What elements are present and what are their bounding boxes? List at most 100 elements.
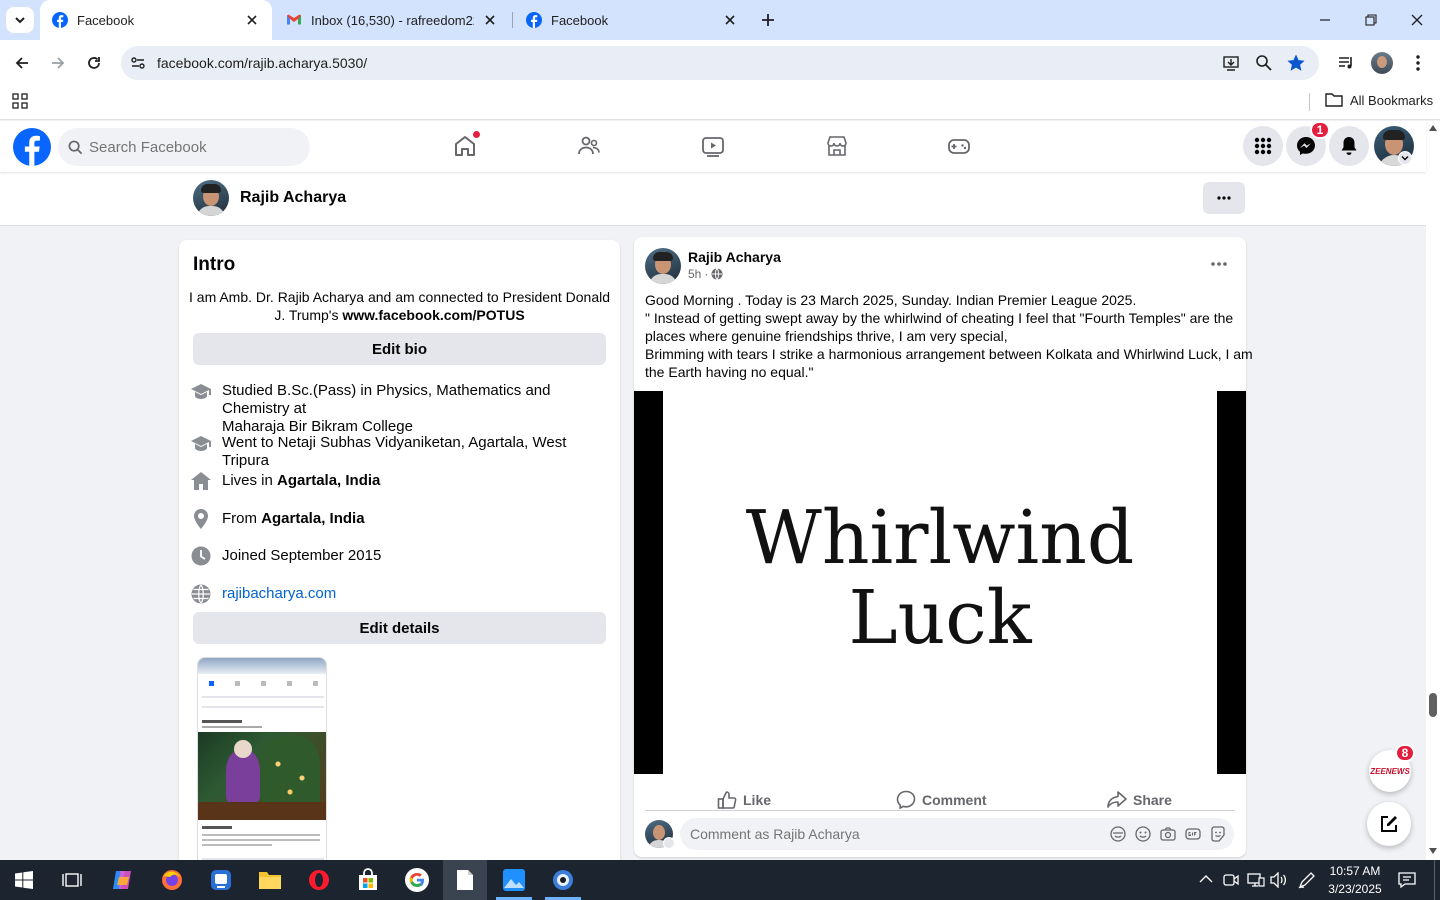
zoom-icon[interactable] [1255,54,1273,72]
media-controls-icon[interactable] [1337,54,1355,72]
post-options-button[interactable] [1203,251,1235,277]
commenter-chevron[interactable] [663,837,675,849]
show-hidden-icons-icon[interactable] [1199,874,1213,884]
tab-facebook[interactable]: Facebook [514,0,750,40]
from-place[interactable]: Agartala, India [261,510,364,527]
emoji-icon[interactable] [1135,826,1151,842]
account-chevron[interactable] [1398,151,1412,165]
new-message-button[interactable] [1367,802,1411,846]
facebook-favicon-icon [52,12,68,28]
microsoft-store-app[interactable] [348,864,388,896]
running-app-active[interactable] [543,864,583,896]
post-time[interactable]: 5h [688,267,701,281]
close-window-button[interactable] [1394,0,1440,40]
apps-grid-icon[interactable] [12,93,28,109]
firefox-app[interactable] [152,864,192,896]
new-tab-button[interactable] [756,8,780,32]
sticker-icon[interactable] [1210,826,1226,842]
restore-icon [1365,14,1377,26]
like-button[interactable]: Like [717,782,771,818]
thumb-line [202,834,320,836]
page-scrollbar[interactable] [1426,121,1440,860]
scrollbar-thumb[interactable] [1429,693,1437,717]
copilot-app[interactable] [102,864,142,896]
camera-icon[interactable] [1160,826,1176,842]
site-settings-icon[interactable] [130,55,146,71]
opera-app[interactable] [299,864,339,896]
meet-now-icon[interactable] [1223,872,1239,888]
avatar-sticker-icon[interactable] [1110,826,1126,842]
comment-button[interactable]: Comment [896,782,987,818]
nav-home[interactable] [449,131,481,161]
app-blue-square[interactable] [201,864,241,896]
edit-details-button[interactable]: Edit details [193,612,606,644]
clock-area[interactable]: 10:57 AM 3/23/2025 [1322,862,1388,898]
website-link[interactable]: rajibacharya.com [222,585,336,603]
browser-menu-button[interactable] [1408,52,1428,74]
nav-video[interactable] [697,131,729,161]
featured-photo[interactable] [197,657,327,867]
thumb-top-band [198,658,326,674]
zee-news-chat-head[interactable]: ZEENEWS 8 [1369,744,1415,792]
volume-icon[interactable] [1270,872,1288,888]
profile-name[interactable]: Rajib Acharya [240,189,346,207]
show-desktop-button[interactable] [1434,860,1440,900]
scroll-down-arrow-icon[interactable] [1429,848,1437,854]
gif-icon[interactable] [1185,826,1201,842]
file-explorer-app[interactable] [250,864,290,896]
edit-bio-button[interactable]: Edit bio [193,333,606,365]
more-horizontal-icon [1217,196,1231,200]
profile-avatar-button[interactable] [1371,52,1393,74]
back-button[interactable] [7,48,37,78]
reload-button[interactable] [79,48,109,78]
thumbs-up-icon [717,791,737,809]
facebook-logo-icon[interactable] [13,128,51,166]
tab-close-icon[interactable] [722,12,738,28]
nav-friends[interactable] [573,131,605,161]
profile-more-button[interactable] [1203,182,1245,214]
bio-link[interactable]: www.facebook.com/POTUS [342,307,524,323]
install-app-icon[interactable] [1222,54,1240,72]
scroll-up-arrow-icon[interactable] [1429,125,1437,131]
restore-button[interactable] [1348,0,1394,40]
post-image[interactable]: Whirlwind Luck [634,391,1246,774]
tab-close-icon[interactable] [482,12,498,28]
facebook-search-input[interactable] [89,137,299,157]
bookmark-star-icon[interactable] [1286,53,1306,73]
all-bookmarks-button[interactable]: All Bookmarks [1325,92,1433,108]
comment-box[interactable] [680,818,1234,850]
profile-avatar[interactable] [193,180,229,216]
notifications-center-icon[interactable] [1398,871,1416,889]
tab-gmail[interactable]: Inbox (16,530) - rafreedom22@ [274,0,510,40]
share-button[interactable]: Share [1107,782,1172,818]
start-button[interactable] [4,864,44,896]
nav-gaming[interactable] [943,131,975,161]
menu-button[interactable] [1243,126,1283,166]
notifications-button[interactable] [1329,126,1369,166]
avatar-face [653,825,665,840]
went-to-text[interactable]: Went to Netaji Subhas Vidyaniketan, Agar… [222,434,601,470]
network-icon[interactable] [1247,872,1265,888]
photos-app[interactable] [494,864,534,896]
tab-search-button[interactable] [6,7,34,33]
comment-input[interactable] [690,825,1090,843]
minimize-button[interactable] [1302,0,1348,40]
tab-facebook-active[interactable]: Facebook [40,0,272,40]
clock-icon [191,546,211,566]
facebook-search-box[interactable] [58,128,310,166]
address-bar[interactable]: facebook.com/rajib.acharya.5030/ [121,46,1319,80]
task-view-button[interactable] [52,864,92,896]
messenger-button[interactable]: 1 [1286,121,1330,166]
notepad-app-active[interactable] [443,860,487,900]
chrome-app[interactable] [397,864,437,896]
nav-marketplace[interactable] [821,131,853,161]
app-circle-icon [553,870,573,890]
tab-close-icon[interactable] [244,12,260,28]
photos-icon [503,869,525,891]
post-meta: 5h · [688,267,723,281]
post-author-avatar[interactable] [645,248,681,284]
lives-place[interactable]: Agartala, India [277,472,380,489]
pen-workspace-icon[interactable] [1298,871,1316,889]
post-author-name[interactable]: Rajib Acharya [688,249,781,265]
forward-button[interactable] [43,48,73,78]
